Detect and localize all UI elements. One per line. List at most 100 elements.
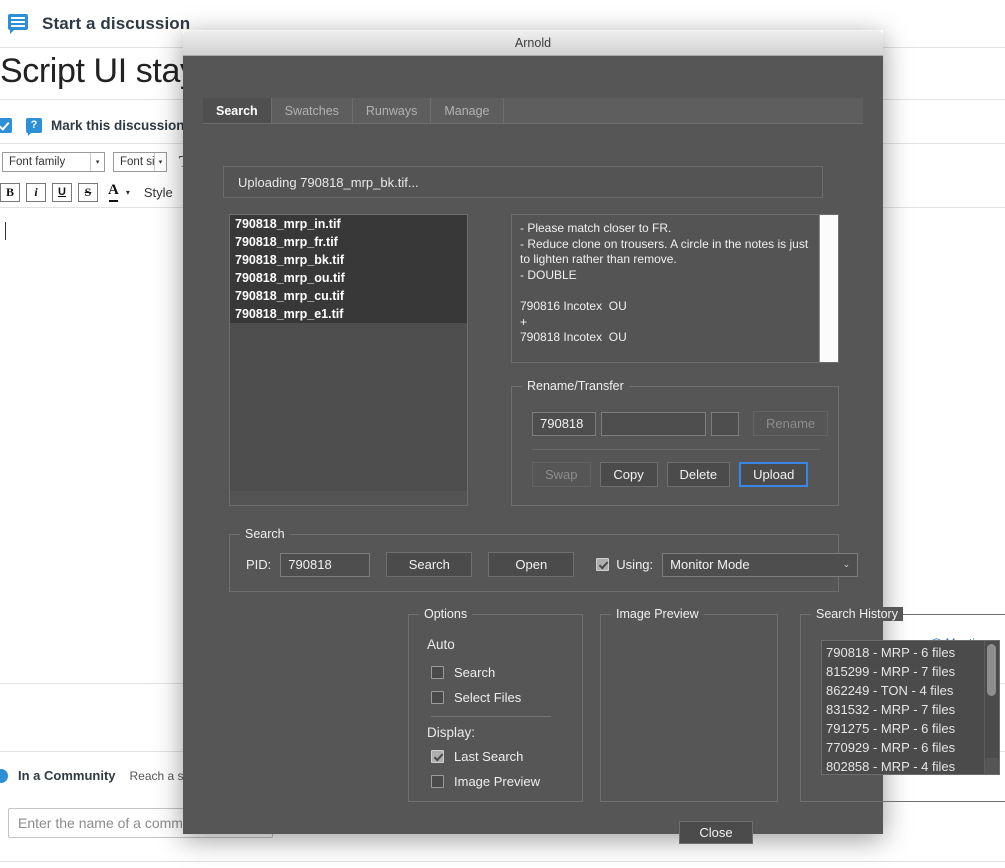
last-search-checkbox[interactable] xyxy=(431,750,444,763)
help-icon[interactable]: ? xyxy=(26,117,42,136)
tab-label: Manage xyxy=(444,103,490,118)
chevron-down-icon: ▾ xyxy=(154,153,166,171)
file-list-scrollbar[interactable] xyxy=(230,491,467,505)
chevron-down-icon[interactable]: ▾ xyxy=(126,188,130,197)
scrollbar-track-end xyxy=(985,758,999,774)
list-item[interactable]: 802858 - MRP - 4 files xyxy=(822,757,984,774)
tab-swatches[interactable]: Swatches xyxy=(272,98,353,123)
list-item[interactable]: 831532 - MRP - 7 files xyxy=(822,700,984,719)
history-entry: 831532 - MRP - 7 files xyxy=(826,702,956,717)
using-label: Using: xyxy=(616,557,654,572)
swap-button[interactable]: Swap xyxy=(532,462,591,487)
search-button[interactable]: Search xyxy=(386,552,473,577)
auto-select-files-checkbox[interactable] xyxy=(431,691,444,704)
history-entry: 791275 - MRP - 6 files xyxy=(826,721,956,736)
option-auto-select-files[interactable]: Select Files xyxy=(431,690,521,705)
image-preview-legend: Image Preview xyxy=(611,607,704,621)
copy-button[interactable]: Copy xyxy=(599,462,658,487)
history-entry: 770929 - MRP - 6 files xyxy=(826,740,956,755)
file-name: 790818_mrp_ou.tif xyxy=(235,271,345,285)
search-history-group: Search History 790818 - MRP - 6 files 81… xyxy=(800,607,1005,802)
font-family-select[interactable]: Font family ▾ xyxy=(2,152,105,172)
image-preview-group: Image Preview xyxy=(600,607,778,802)
search-history-list[interactable]: 790818 - MRP - 6 files 815299 - MRP - 7 … xyxy=(821,640,1000,775)
open-button[interactable]: Open xyxy=(488,552,575,577)
style-menu[interactable]: Style xyxy=(144,185,173,200)
close-button[interactable]: Close xyxy=(679,821,753,844)
rename-field-3[interactable] xyxy=(711,411,739,436)
search-history-items: 790818 - MRP - 6 files 815299 - MRP - 7 … xyxy=(822,641,984,774)
auto-search-checkbox[interactable] xyxy=(431,666,444,679)
mode-select-value: Monitor Mode xyxy=(670,557,750,572)
list-item[interactable]: 790818_mrp_e1.tif xyxy=(230,305,467,323)
editor-caret[interactable] xyxy=(5,222,6,240)
list-item[interactable]: 790818_mrp_in.tif xyxy=(230,215,467,233)
bold-button[interactable]: B xyxy=(0,182,20,202)
mode-select[interactable]: Monitor Mode ⌄ xyxy=(662,552,859,577)
tab-label: Search xyxy=(216,103,258,118)
rename-transfer-legend: Rename/Transfer xyxy=(522,379,629,393)
community-title: In a Community xyxy=(18,768,116,783)
strikethrough-button[interactable]: S xyxy=(78,182,98,202)
mark-discussion-checkbox[interactable] xyxy=(0,117,12,133)
option-display-last-search[interactable]: Last Search xyxy=(431,749,523,764)
file-list[interactable]: 790818_mrp_in.tif 790818_mrp_fr.tif 7908… xyxy=(229,214,468,506)
search-history-scrollbar[interactable] xyxy=(984,641,999,774)
search-group-legend: Search xyxy=(240,527,290,541)
search-controls-row: PID: 790818 Search Open Using: Monitor M… xyxy=(246,552,859,577)
option-display-image-preview[interactable]: Image Preview xyxy=(431,774,540,789)
divider xyxy=(532,449,820,450)
status-bar: Uploading 790818_mrp_bk.tif... xyxy=(223,166,823,198)
notes-panel[interactable]: - Please match closer to FR. - Reduce cl… xyxy=(511,214,839,363)
file-name: 790818_mrp_bk.tif xyxy=(235,253,345,267)
delete-button[interactable]: Delete xyxy=(666,462,731,487)
notes-scrollbar[interactable] xyxy=(819,215,838,362)
list-item[interactable]: 790818_mrp_ou.tif xyxy=(230,269,467,287)
file-name: 790818_mrp_e1.tif xyxy=(235,307,344,321)
rename-field-2[interactable] xyxy=(601,411,706,436)
image-preview-label: Image Preview xyxy=(454,774,540,789)
file-name: 790818_mrp_cu.tif xyxy=(235,289,345,303)
auto-section-label: Auto xyxy=(427,637,455,652)
auto-select-files-label: Select Files xyxy=(454,690,522,705)
list-item[interactable]: 790818 - MRP - 6 files xyxy=(822,643,984,662)
list-item[interactable]: 791275 - MRP - 6 files xyxy=(822,719,984,738)
upload-button[interactable]: Upload xyxy=(739,462,809,487)
options-legend: Options xyxy=(419,607,473,621)
italic-button[interactable]: i xyxy=(26,182,46,202)
font-size-value: Font si xyxy=(120,156,155,168)
list-item[interactable]: 770929 - MRP - 6 files xyxy=(822,738,984,757)
font-size-select[interactable]: Font si ▾ xyxy=(113,152,167,172)
pid-input[interactable]: 790818 xyxy=(280,552,371,577)
file-name: 790818_mrp_in.tif xyxy=(235,217,341,231)
options-group: Options Auto Search Select Files Display… xyxy=(408,607,583,802)
divider xyxy=(0,861,1005,862)
tab-manage[interactable]: Manage xyxy=(431,98,504,123)
list-item[interactable]: 790818_mrp_fr.tif xyxy=(230,233,467,251)
using-checkbox-wrap[interactable]: Using: xyxy=(596,557,653,572)
list-item[interactable]: 862249 - TON - 4 files xyxy=(822,681,984,700)
rename-button[interactable]: Rename xyxy=(753,411,829,436)
file-name: 790818_mrp_fr.tif xyxy=(235,235,338,249)
rename-field-1[interactable]: 790818 xyxy=(532,411,596,436)
list-item[interactable]: 790818_mrp_cu.tif xyxy=(230,287,467,305)
image-preview-checkbox[interactable] xyxy=(431,775,444,788)
tab-runways[interactable]: Runways xyxy=(353,98,432,123)
scrollbar-thumb[interactable] xyxy=(987,644,996,696)
option-auto-search[interactable]: Search xyxy=(431,665,495,680)
auto-search-label: Search xyxy=(454,665,496,680)
search-history-legend: Search History xyxy=(811,607,903,621)
last-search-label: Last Search xyxy=(454,749,524,764)
text-color-button[interactable]: A xyxy=(108,182,119,202)
tab-bar: Search Swatches Runways Manage xyxy=(203,98,863,124)
list-item[interactable]: 815299 - MRP - 7 files xyxy=(822,662,984,681)
tab-label: Swatches xyxy=(284,103,339,118)
dialog-titlebar[interactable]: Arnold xyxy=(183,30,883,56)
in-a-community-row[interactable]: In a Community Reach a spec xyxy=(0,768,203,783)
underline-button[interactable]: U xyxy=(52,182,72,202)
using-checkbox[interactable] xyxy=(596,558,610,571)
history-entry: 815299 - MRP - 7 files xyxy=(826,664,956,679)
tab-search[interactable]: Search xyxy=(203,98,272,123)
community-radio[interactable] xyxy=(0,768,8,783)
list-item[interactable]: 790818_mrp_bk.tif xyxy=(230,251,467,269)
